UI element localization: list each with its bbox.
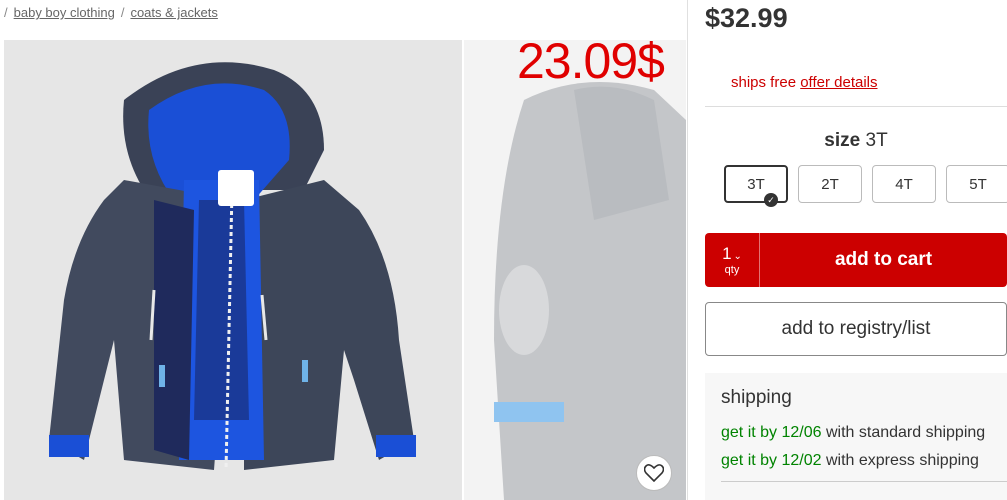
size-option-label: 3T	[747, 175, 765, 193]
shipping-title: shipping	[721, 387, 792, 408]
size-selected-value: 3T	[865, 130, 888, 151]
express-delivery-date: get it by 12/02	[721, 452, 822, 469]
breadcrumb-baby-boy-clothing[interactable]: baby boy clothing	[14, 5, 115, 20]
check-icon: ✓	[764, 193, 778, 207]
favorite-button[interactable]	[636, 455, 672, 491]
heart-icon	[644, 464, 664, 482]
standard-shipping-text: with standard shipping	[825, 424, 986, 441]
size-heading: size	[824, 130, 861, 151]
ships-free-text: ships free	[731, 74, 797, 91]
add-to-cart-button[interactable]: 1 ⌄ qty add to cart	[705, 233, 1007, 287]
jacket-illustration	[49, 62, 416, 471]
size-option-3t[interactable]: 3T ✓	[724, 165, 788, 207]
express-shipping-line: get it by 12/02 with express shipping	[721, 452, 979, 470]
column-divider	[687, 0, 688, 500]
product-image-main[interactable]	[4, 40, 462, 500]
divider	[705, 106, 1007, 107]
breadcrumb-separator: /	[4, 5, 8, 20]
size-option-2t[interactable]: 2T	[798, 165, 862, 203]
size-option-label: 5T	[969, 175, 987, 193]
product-price: $32.99	[705, 3, 788, 33]
add-to-cart-label: add to cart	[834, 249, 933, 270]
breadcrumb-separator: /	[120, 5, 125, 20]
offer-details-link[interactable]: offer details	[800, 74, 877, 91]
shipping-offer: ships free offer details	[731, 74, 878, 91]
size-option-5t[interactable]: 5T	[946, 165, 1007, 203]
divider	[721, 481, 1007, 482]
quantity-number: 1	[722, 244, 732, 263]
size-option-label: 4T	[895, 175, 913, 193]
standard-delivery-date: get it by 12/06	[721, 424, 822, 441]
size-option-label: 2T	[821, 175, 839, 193]
shipping-section: shipping get it by 12/06 with standard s…	[705, 373, 1007, 500]
quantity-label: qty	[724, 264, 740, 276]
quantity-selector[interactable]: 1 ⌄ qty	[705, 233, 760, 287]
breadcrumb: / baby boy clothing / coats & jackets	[4, 5, 218, 20]
breadcrumb-coats-jackets[interactable]: coats & jackets	[130, 5, 217, 20]
overlay-price-text: 23.09$	[517, 33, 665, 89]
size-option-4t[interactable]: 4T	[872, 165, 936, 203]
quantity-value: 1 ⌄	[722, 244, 742, 264]
size-options: 3T ✓ 2T 4T 5T	[724, 165, 1007, 207]
chevron-down-icon: ⌄	[733, 251, 742, 262]
standard-shipping-line: get it by 12/06 with standard shipping	[721, 424, 985, 442]
add-to-registry-button[interactable]: add to registry/list	[705, 302, 1007, 356]
express-shipping-text: with express shipping	[825, 452, 979, 469]
product-image-secondary[interactable]	[464, 40, 686, 500]
size-label: size 3T	[705, 130, 1007, 152]
jacket-back-illustration	[494, 82, 686, 500]
